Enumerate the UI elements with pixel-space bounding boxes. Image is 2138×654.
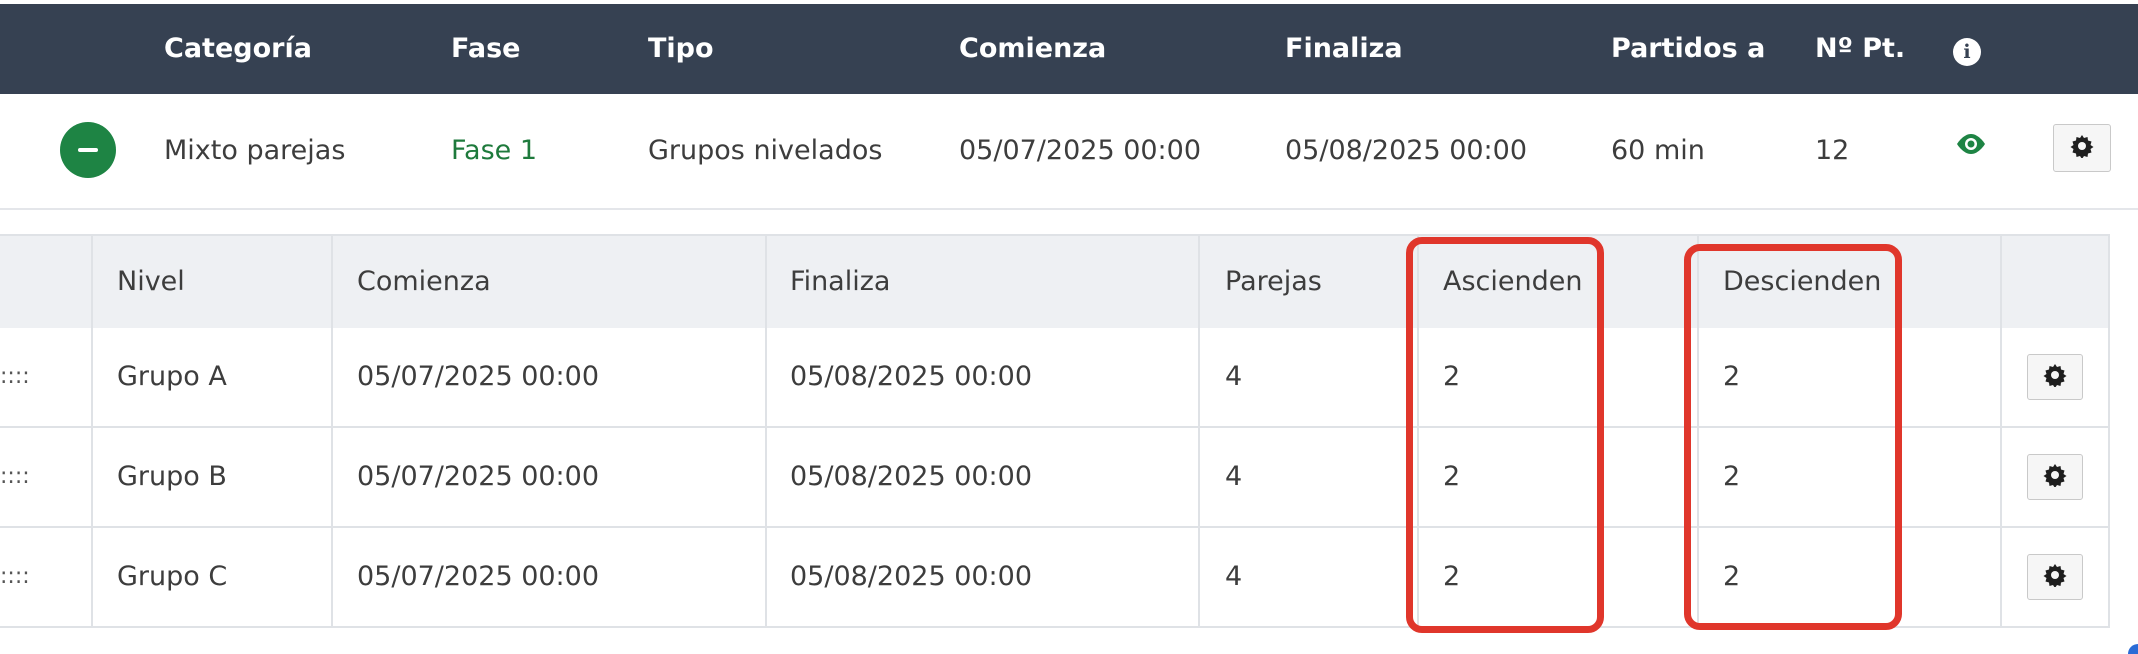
header-tipo: Tipo — [648, 33, 714, 64]
gear-icon — [2043, 363, 2067, 391]
column-divider — [331, 234, 333, 626]
phase-categoria: Mixto parejas — [164, 135, 346, 166]
corner-accent — [2128, 644, 2138, 654]
column-divider — [91, 234, 93, 626]
phase-row: Mixto parejas Fase 1 Grupos nivelados 05… — [0, 94, 2138, 210]
highlight-ascienden-column — [1406, 237, 1604, 633]
group-finaliza: 05/08/2025 00:00 — [790, 361, 1033, 392]
header-finaliza: Finaliza — [1285, 33, 1403, 64]
column-divider — [2108, 234, 2110, 626]
drag-handle-icon[interactable]: :::: — [0, 428, 30, 526]
phase-fase-link[interactable]: Fase 1 — [451, 94, 537, 208]
drag-handle-icon[interactable]: :::: — [0, 328, 30, 426]
group-parejas: 4 — [1225, 461, 1243, 492]
header-num-pt: Nº Pt. — [1815, 33, 1906, 64]
header-comienza: Comienza — [959, 33, 1107, 64]
phase-partidos-a: 60 min — [1611, 135, 1705, 166]
phase-comienza: 05/07/2025 00:00 — [959, 135, 1202, 166]
collapse-minus-icon[interactable] — [60, 122, 116, 178]
group-nivel-link[interactable]: Grupo A — [117, 328, 227, 426]
gear-icon — [2043, 563, 2067, 591]
group-settings-button[interactable] — [2027, 554, 2083, 600]
eye-icon[interactable] — [1955, 132, 1987, 160]
phase-tipo: Grupos nivelados — [648, 135, 883, 166]
phase-num-pt: 12 — [1815, 135, 1850, 166]
column-divider — [2000, 234, 2002, 626]
gear-icon — [2043, 463, 2067, 491]
info-icon[interactable]: i — [1953, 38, 1981, 66]
header-parejas: Parejas — [1225, 266, 1322, 297]
column-divider — [1198, 234, 1200, 626]
header-g-finaliza: Finaliza — [790, 266, 891, 297]
gear-icon — [2070, 134, 2094, 162]
phase-settings-button[interactable] — [2053, 124, 2111, 172]
group-comienza: 05/07/2025 00:00 — [357, 361, 600, 392]
group-settings-button[interactable] — [2027, 354, 2083, 400]
drag-handle-icon[interactable]: :::: — [0, 528, 30, 626]
group-parejas: 4 — [1225, 561, 1243, 592]
header-g-comienza: Comienza — [357, 266, 491, 297]
group-finaliza: 05/08/2025 00:00 — [790, 461, 1033, 492]
group-comienza: 05/07/2025 00:00 — [357, 461, 600, 492]
group-parejas: 4 — [1225, 361, 1243, 392]
group-nivel-link[interactable]: Grupo B — [117, 428, 227, 526]
highlight-descienden-column — [1684, 244, 1902, 630]
group-finaliza: 05/08/2025 00:00 — [790, 561, 1033, 592]
header-nivel: Nivel — [117, 266, 185, 297]
header-fase: Fase — [451, 33, 521, 64]
phase-table-header: Categoría Fase Tipo Comienza Finaliza Pa… — [0, 4, 2138, 94]
header-partidos-a: Partidos a — [1611, 33, 1766, 64]
phase-finaliza: 05/08/2025 00:00 — [1285, 135, 1528, 166]
header-categoria: Categoría — [164, 33, 312, 64]
group-settings-button[interactable] — [2027, 454, 2083, 500]
column-divider — [765, 234, 767, 626]
group-comienza: 05/07/2025 00:00 — [357, 561, 600, 592]
group-nivel-link[interactable]: Grupo C — [117, 528, 227, 626]
